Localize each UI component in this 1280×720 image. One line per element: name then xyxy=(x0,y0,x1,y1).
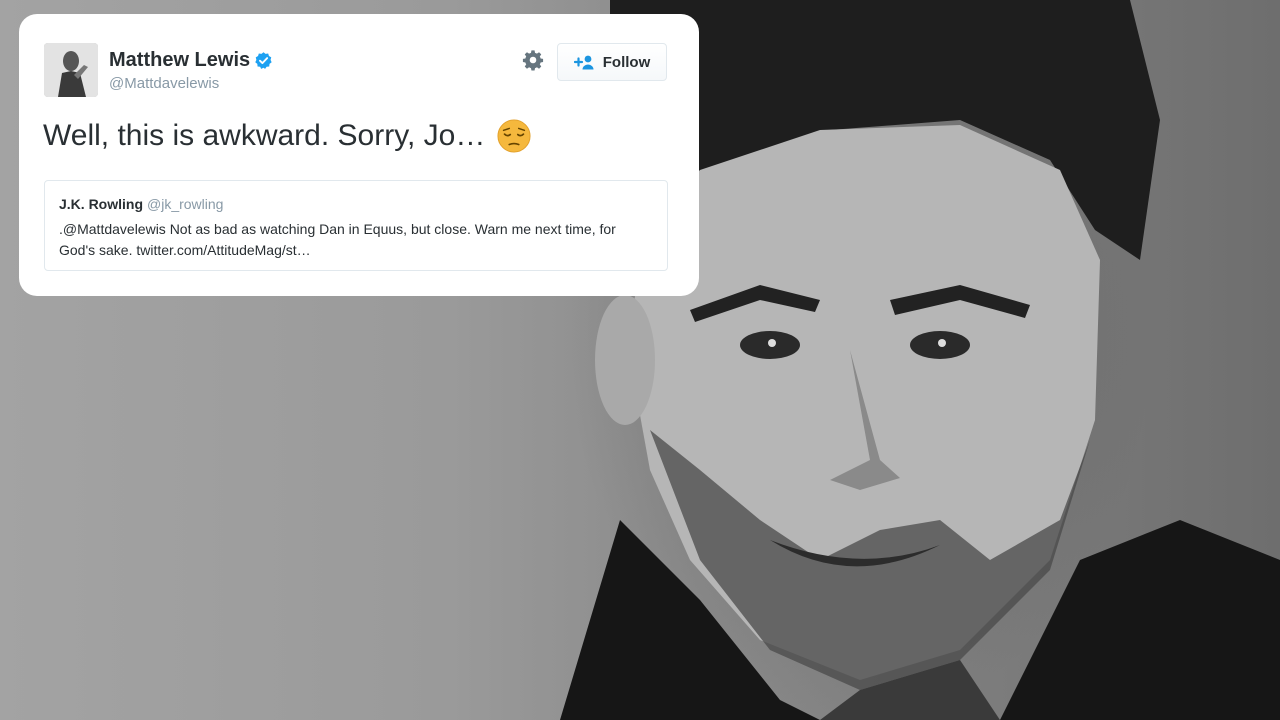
tweet-text: Well, this is awkward. Sorry, Jo… xyxy=(43,119,486,152)
quoted-tweet-text: .@Mattdavelewis Not as bad as watching D… xyxy=(59,221,616,258)
pensive-face-icon xyxy=(497,119,531,153)
tweet-card: Matthew Lewis @Mattdavelewis Follow Well… xyxy=(19,14,699,296)
tweet-text-row: Well, this is awkward. Sorry, Jo… xyxy=(43,119,531,153)
quoted-author-name[interactable]: J.K. Rowling xyxy=(59,196,143,212)
quoted-tweet-header: J.K. Rowling @jk_rowling xyxy=(59,196,223,212)
gear-icon[interactable] xyxy=(522,49,544,71)
quoted-author-handle[interactable]: @jk_rowling xyxy=(147,196,223,212)
author-avatar[interactable] xyxy=(44,43,98,97)
follow-button-label: Follow xyxy=(602,53,651,71)
author-name-row[interactable]: Matthew Lewis xyxy=(109,49,273,72)
author-name[interactable]: Matthew Lewis xyxy=(109,49,250,72)
author-handle[interactable]: @Mattdavelewis xyxy=(109,75,219,92)
verified-badge-icon xyxy=(255,52,272,69)
quoted-tweet[interactable]: J.K. Rowling @jk_rowling .@Mattdavelewis … xyxy=(44,180,668,271)
add-user-icon xyxy=(573,55,594,70)
follow-button[interactable]: Follow xyxy=(557,43,667,81)
